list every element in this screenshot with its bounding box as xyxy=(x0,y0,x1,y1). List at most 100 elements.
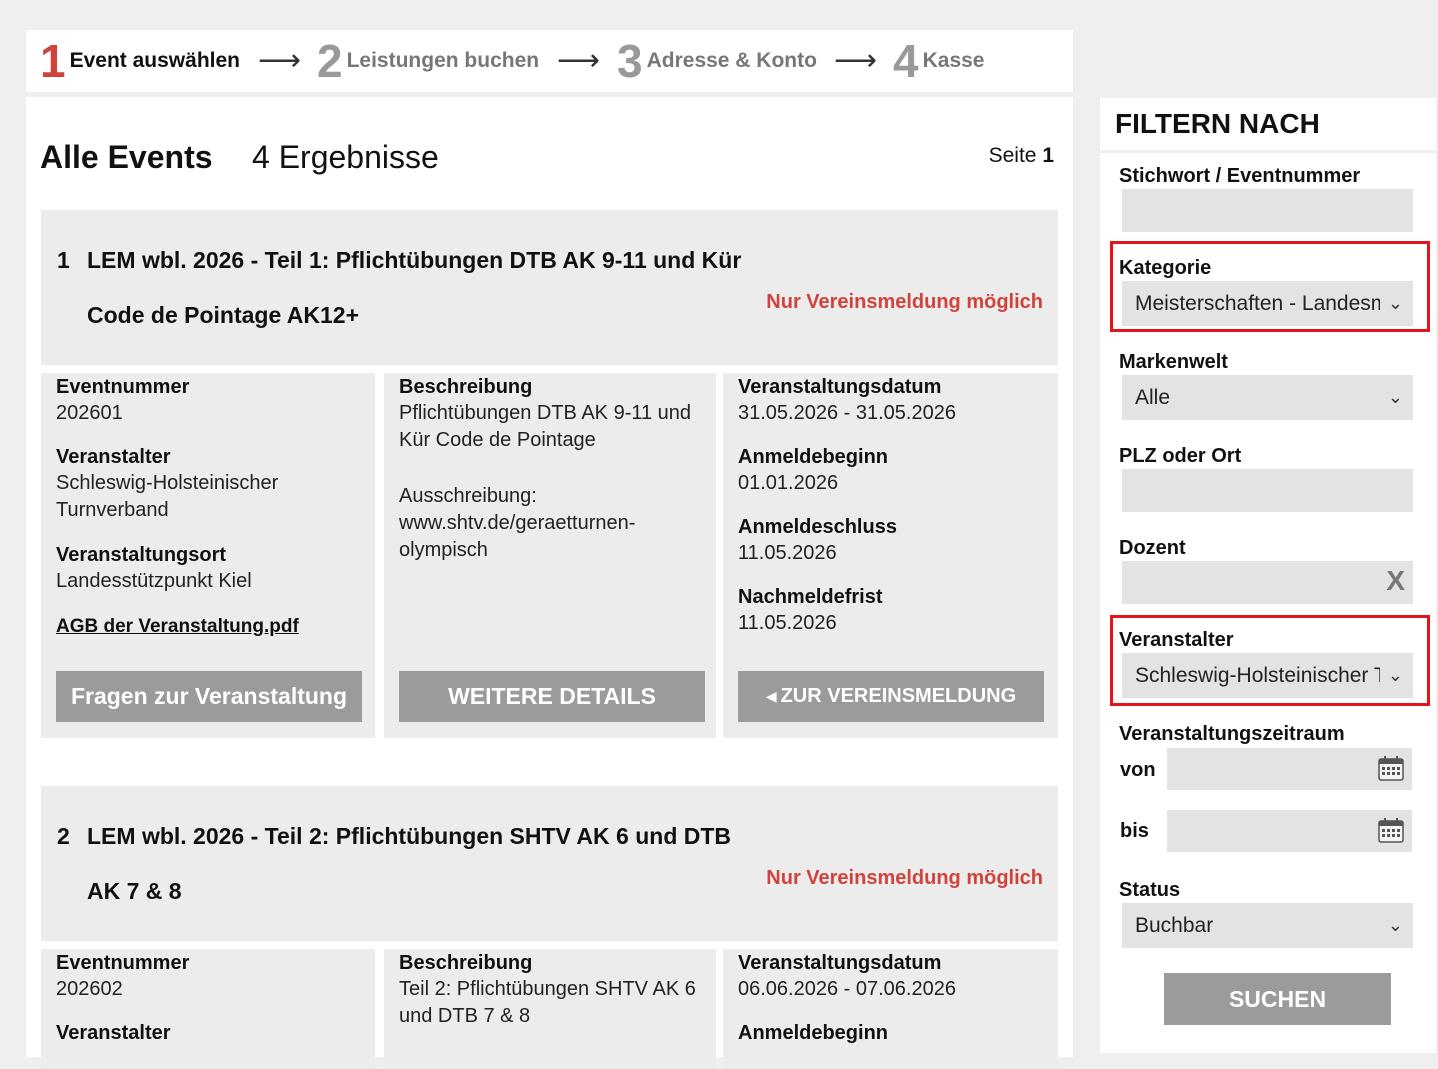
anmeldeschluss-value: 11.05.2026 xyxy=(738,542,837,564)
status-selected-value: Buchbar xyxy=(1135,914,1214,937)
lecturer-input[interactable]: X xyxy=(1122,561,1413,604)
event-info-column: Eventnummer 202602 Veranstalter xyxy=(41,949,375,1069)
event-title[interactable]: LEM wbl. 2026 - Teil 1: Pflichtübungen D… xyxy=(87,233,747,343)
eventnummer-label: Eventnummer xyxy=(56,952,190,974)
club-registration-button[interactable]: ◀ ZUR VEREINSMELDUNG xyxy=(738,671,1044,722)
veranstalter-value: Schleswig-Holsteinischer Turnverband xyxy=(56,472,279,521)
arrow-right-icon: ⟶ xyxy=(834,44,878,77)
brand-label: Markenwelt xyxy=(1119,351,1228,373)
event-booking-note: Nur Vereinsmeldung möglich xyxy=(766,867,1043,889)
event-dates-column: Veranstaltungsdatum 06.06.2026 - 07.06.2… xyxy=(723,949,1058,1069)
veranstaltungsdatum-label: Veranstaltungsdatum xyxy=(738,376,942,398)
event-number: 2 xyxy=(57,823,70,849)
category-select[interactable]: Meisterschaften - Landesmeisterschaften … xyxy=(1122,281,1413,326)
step-4-number: 4 xyxy=(893,35,919,87)
page-title: Alle Events xyxy=(40,139,213,175)
filter-panel: Stichwort / Eventnummer Kategorie Meiste… xyxy=(1100,153,1436,1053)
clear-icon[interactable]: X xyxy=(1386,565,1405,597)
anmeldebeginn-label: Anmeldebeginn xyxy=(738,1022,889,1044)
questions-button[interactable]: Fragen zur Veranstaltung xyxy=(56,671,362,722)
veranstaltungsort-label: Veranstaltungsort xyxy=(56,544,227,566)
chevron-down-icon: ⌄ xyxy=(1387,665,1403,685)
beschreibung-value: Teil 2: Pflichtübungen SHTV AK 6 und DTB… xyxy=(399,978,696,1027)
event-description-column: Beschreibung Pflichtübungen DTB AK 9-11 … xyxy=(384,373,716,738)
event-booking-note: Nur Vereinsmeldung möglich xyxy=(766,291,1043,313)
brand-select[interactable]: Alle ⌄ xyxy=(1122,375,1413,420)
event-header: 1 LEM wbl. 2026 - Teil 1: Pflichtübungen… xyxy=(41,210,1058,365)
event-description-column: Beschreibung Teil 2: Pflichtübungen SHTV… xyxy=(384,949,716,1069)
page-label: Seite xyxy=(988,144,1037,167)
organizer-selected-value: Schleswig-Holsteinischer Turnverband xyxy=(1135,664,1380,687)
eventnummer-value: 202602 xyxy=(56,978,123,1000)
step-2: 2 Leistungen buchen xyxy=(317,30,539,92)
organizer-select[interactable]: Schleswig-Holsteinischer Turnverband ⌄ xyxy=(1122,653,1413,698)
date-range-label: Veranstaltungszeitraum xyxy=(1119,723,1345,745)
step-1-label: Event auswählen xyxy=(69,49,240,72)
veranstaltungsdatum-label: Veranstaltungsdatum xyxy=(738,952,942,974)
step-2-number: 2 xyxy=(317,35,343,87)
organizer-label: Veranstalter xyxy=(1119,629,1234,651)
event-dates-column: Veranstaltungsdatum 31.05.2026 - 31.05.2… xyxy=(723,373,1058,738)
lecturer-label: Dozent xyxy=(1119,537,1186,559)
anmeldebeginn-label: Anmeldebeginn xyxy=(738,446,889,468)
veranstaltungsdatum-value: 06.06.2026 - 07.06.2026 xyxy=(738,978,956,1000)
event-header: 2 LEM wbl. 2026 - Teil 2: Pflichtübungen… xyxy=(41,786,1058,941)
category-selected-value: Meisterschaften - Landesmeisterschaften xyxy=(1135,292,1380,315)
page-indicator: Seite 1 xyxy=(989,144,1054,168)
chevron-down-icon: ⌄ xyxy=(1387,387,1403,407)
anmeldebeginn-value: 01.01.2026 xyxy=(738,472,839,494)
arrow-right-icon: ⟶ xyxy=(258,44,302,77)
chevron-down-icon: ⌄ xyxy=(1387,915,1403,935)
calendar-icon[interactable] xyxy=(1378,817,1404,843)
filter-title: FILTERN NACH xyxy=(1115,108,1320,139)
status-select[interactable]: Buchbar ⌄ xyxy=(1122,903,1413,948)
beschreibung-value: Pflichtübungen DTB AK 9-11 und Kür Code … xyxy=(399,402,692,451)
category-label: Kategorie xyxy=(1119,257,1212,279)
event-number: 1 xyxy=(57,247,70,273)
search-button[interactable]: SUCHEN xyxy=(1164,973,1391,1025)
step-2-label: Leistungen buchen xyxy=(346,49,540,72)
beschreibung-label: Beschreibung xyxy=(399,952,533,974)
date-from-label: von xyxy=(1120,759,1156,781)
checkout-steps: 1 Event auswählen ⟶ 2 Leistungen buchen … xyxy=(26,30,1073,92)
ausschreibung-value: Ausschreibung: www.shtv.de/geraetturnen-… xyxy=(399,485,636,561)
page-number: 1 xyxy=(1042,144,1054,167)
nachmeldefrist-value: 11.05.2026 xyxy=(738,612,837,634)
keyword-label: Stichwort / Eventnummer xyxy=(1119,165,1361,187)
date-to-label: bis xyxy=(1120,820,1149,842)
beschreibung-label: Beschreibung xyxy=(399,376,533,398)
chevron-down-icon: ⌄ xyxy=(1387,293,1403,313)
veranstalter-label: Veranstalter xyxy=(56,1022,171,1044)
location-input[interactable] xyxy=(1122,469,1413,512)
step-1-number: 1 xyxy=(40,35,66,87)
anmeldeschluss-label: Anmeldeschluss xyxy=(738,516,897,538)
date-from-input[interactable] xyxy=(1167,748,1412,790)
veranstaltungsdatum-value: 31.05.2026 - 31.05.2026 xyxy=(738,402,956,424)
step-1[interactable]: 1 Event auswählen xyxy=(40,30,240,92)
arrow-right-icon: ⟶ xyxy=(557,44,601,77)
step-3-label: Adresse & Konto xyxy=(646,49,817,72)
step-4: 4 Kasse xyxy=(893,30,984,92)
result-count: 4 Ergebnisse xyxy=(252,139,439,175)
step-3: 3 Adresse & Konto xyxy=(617,30,817,92)
veranstaltungsort-value: Landesstützpunkt Kiel xyxy=(56,570,252,592)
eventnummer-value: 202601 xyxy=(56,402,123,424)
chevron-left-icon: ◀ xyxy=(765,688,777,704)
keyword-input[interactable] xyxy=(1122,189,1413,232)
veranstalter-label: Veranstalter xyxy=(56,446,171,468)
step-4-label: Kasse xyxy=(922,49,985,72)
filter-header: FILTERN NACH xyxy=(1100,98,1436,150)
brand-selected-value: Alle xyxy=(1135,386,1171,409)
location-label: PLZ oder Ort xyxy=(1119,445,1242,467)
agb-pdf-link[interactable]: AGB der Veranstaltung.pdf xyxy=(56,616,299,638)
event-info-column: Eventnummer 202601 Veranstalter Schleswi… xyxy=(41,373,375,738)
date-to-input[interactable] xyxy=(1167,810,1412,852)
more-details-button[interactable]: WEITERE DETAILS xyxy=(399,671,705,722)
event-title[interactable]: LEM wbl. 2026 - Teil 2: Pflichtübungen S… xyxy=(87,809,747,919)
calendar-icon[interactable] xyxy=(1378,755,1404,781)
status-label: Status xyxy=(1119,879,1181,901)
step-3-number: 3 xyxy=(617,35,643,87)
results-panel: Alle Events 4 Ergebnisse Seite 1 1 LEM w… xyxy=(26,97,1073,1069)
eventnummer-label: Eventnummer xyxy=(56,376,190,398)
club-registration-label: ZUR VEREINSMELDUNG xyxy=(780,685,1017,707)
